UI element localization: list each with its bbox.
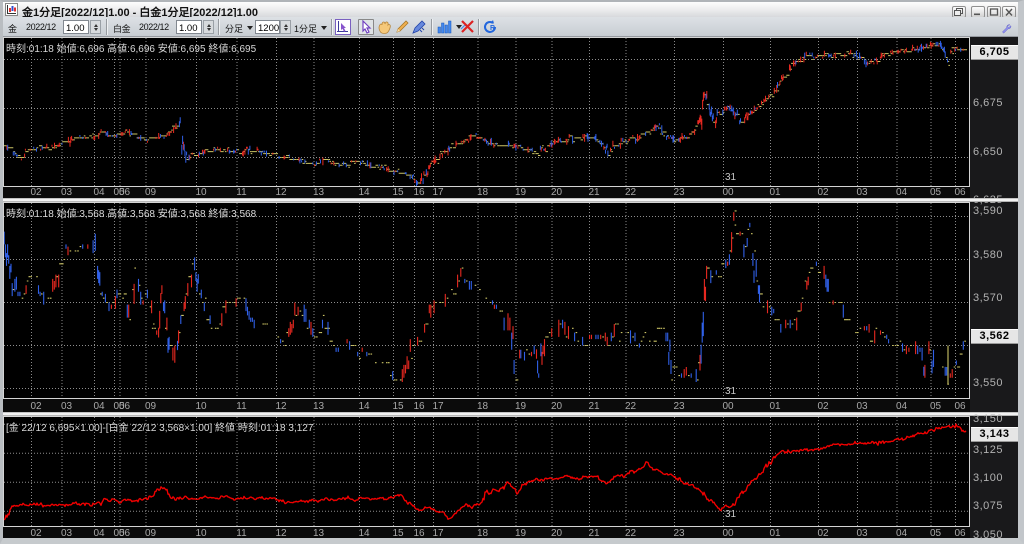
svg-text:R: R (490, 25, 495, 32)
